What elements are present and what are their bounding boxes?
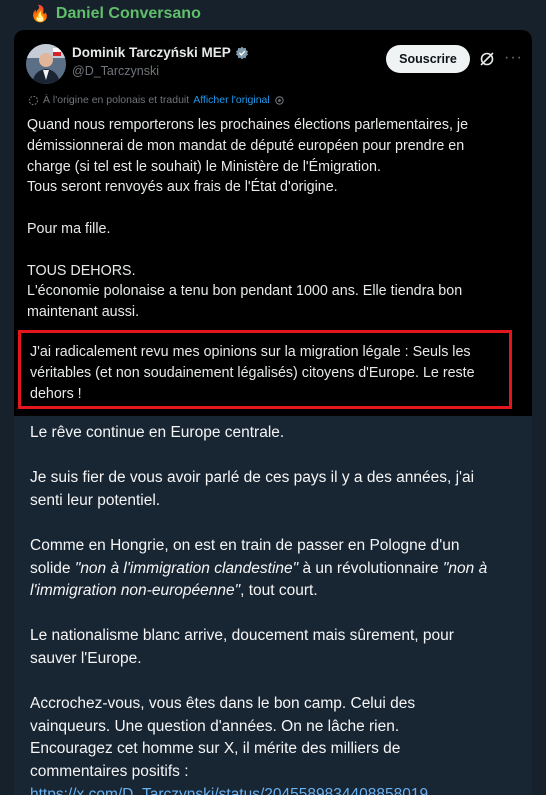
tweet-line: maintenant aussi. <box>27 304 140 321</box>
tweet-handle[interactable]: @D_Tarczynski <box>72 64 159 78</box>
tweet-url-link[interactable]: https://x.com/D_Tarczynski/status/204558… <box>30 786 428 795</box>
message-line: Comme en Hongrie, on est en train de pas… <box>30 536 460 554</box>
tweet-line: Pour ma fille. <box>27 220 111 237</box>
embedded-tweet-screenshot[interactable]: Dominik Tarczyński MEP @D_Tarczynski Sou… <box>14 30 532 416</box>
author-avatar[interactable] <box>26 44 66 84</box>
tweet-body: Quand nous remporterons les prochaines é… <box>27 115 522 323</box>
message-line: vainqueurs. Une question d'années. On ne… <box>30 717 400 735</box>
message-line: Le nationalisme blanc arrive, doucement … <box>30 627 454 645</box>
message-body[interactable]: Le rêve continue en Europe centrale. Je … <box>14 416 532 795</box>
highlight-line: dehors ! <box>30 385 82 402</box>
message-line: Je suis fier de vous avoir parlé de ces … <box>30 469 475 487</box>
translation-notice: À l'origine en polonais et traduit Affic… <box>28 94 285 106</box>
message-text: Le rêve continue en Europe centrale. Je … <box>30 422 526 795</box>
italic-quote: "non à <box>442 559 488 577</box>
message-line: sauver l'Europe. <box>30 649 142 667</box>
verified-badge-icon <box>235 46 248 59</box>
translation-note: À l'origine en polonais et traduit <box>43 94 190 106</box>
subscribe-button[interactable]: Souscrire <box>386 45 470 73</box>
message-fragment: solide <box>30 559 75 577</box>
more-options-icon[interactable]: ··· <box>504 49 523 67</box>
highlighted-text: J'ai radicalement revu mes opinions sur … <box>30 342 504 404</box>
red-highlight-box: J'ai radicalement revu mes opinions sur … <box>18 330 512 409</box>
message-line: l'immigration non-européenne", tout cour… <box>30 580 526 603</box>
grok-icon[interactable] <box>479 51 495 67</box>
message-line: senti leur potentiel. <box>30 491 161 509</box>
highlight-line: véritables (et non soudainement légalisé… <box>30 364 475 381</box>
settings-gear-icon[interactable] <box>274 95 285 106</box>
tweet-line: Quand nous remporterons les prochaines é… <box>27 117 469 133</box>
italic-quote: "non à l'immigration clandestine" <box>74 559 299 577</box>
message-line: Accrochez-vous, vous êtes dans le bon ca… <box>30 695 416 713</box>
tweet-line: Tous seront renvoyés aux frais de l'État… <box>27 179 338 196</box>
show-original-link[interactable]: Afficher l'original <box>193 94 270 106</box>
author-name-text: Dominik Tarczyński MEP <box>72 45 231 60</box>
tweet-line: charge (si tel est le souhait) le Minist… <box>27 158 381 175</box>
message-line: https://x.com/D_Tarczynski/status/204558… <box>30 784 526 795</box>
tweet-line: L'économie polonaise a tenu bon pendant … <box>27 283 463 300</box>
message-line: Encouragez cet homme sur X, il mérite de… <box>30 740 401 758</box>
italic-quote: l'immigration non-européenne" <box>30 582 241 600</box>
highlight-line: J'ai radicalement revu mes opinions sur … <box>30 344 471 360</box>
tweet-line: démissionnerai de mon mandat de député e… <box>27 137 465 154</box>
sender-name[interactable]: Daniel Conversano <box>56 5 201 23</box>
message-line: solide "non à l'immigration clandestine"… <box>30 558 526 581</box>
tweet-line: TOUS DEHORS. <box>27 262 136 279</box>
message-fragment: , tout court. <box>240 582 318 600</box>
tweet-author-name[interactable]: Dominik Tarczyński MEP <box>72 45 249 60</box>
message-line: Le rêve continue en Europe centrale. <box>30 424 285 441</box>
message-sender[interactable]: 🔥 Daniel Conversano <box>30 4 201 24</box>
message-fragment: à un révolutionnaire <box>298 559 443 577</box>
translate-icon <box>28 95 39 105</box>
fire-emoji: 🔥 <box>30 6 50 23</box>
message-line: commentaires positifs : <box>30 762 189 780</box>
